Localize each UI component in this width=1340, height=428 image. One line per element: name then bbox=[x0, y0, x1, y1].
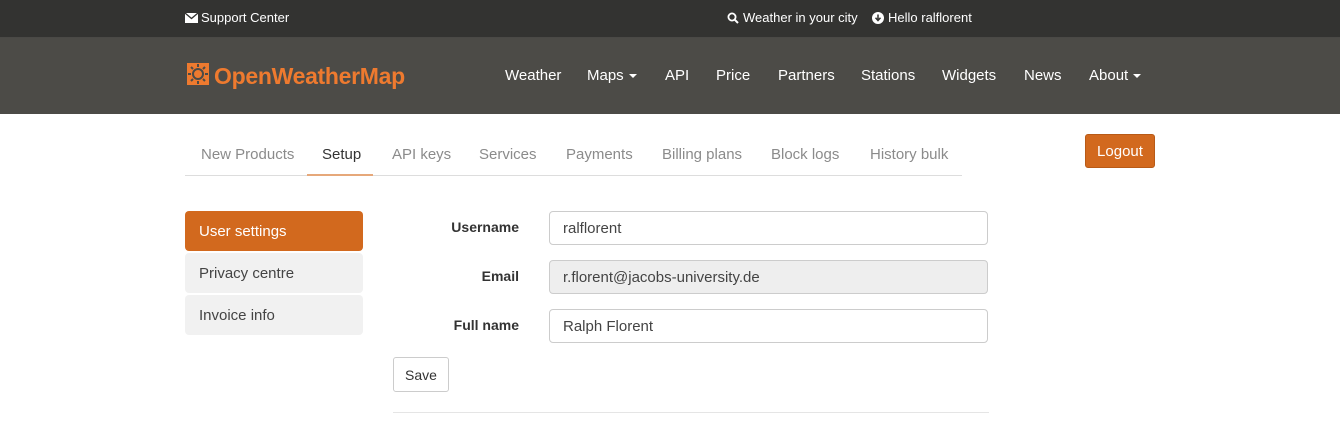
nav-menu: Weather Maps API Price Partners Stations… bbox=[0, 67, 1340, 87]
nav-price-label: Price bbox=[716, 67, 751, 84]
tab-billing-plans[interactable]: Billing plans bbox=[662, 134, 742, 176]
weather-in-your-city-label: Weather in your city bbox=[743, 10, 858, 25]
main-navbar: OpenWeatherMap Weather Maps API Price Pa… bbox=[0, 38, 1340, 114]
nav-news[interactable]: News bbox=[1024, 67, 1062, 84]
nav-stations-label: Stations bbox=[861, 67, 916, 84]
save-button[interactable]: Save bbox=[393, 357, 449, 392]
tab-services[interactable]: Services bbox=[479, 134, 537, 176]
nav-partners-label: Partners bbox=[778, 67, 835, 84]
support-center-link[interactable]: Support Center bbox=[184, 10, 289, 25]
active-tab-indicator bbox=[307, 174, 373, 176]
caret-down-icon bbox=[1133, 73, 1142, 78]
sidebar-item-privacy-centre[interactable]: Privacy centre bbox=[185, 253, 363, 293]
nav-weather[interactable]: Weather bbox=[505, 67, 561, 84]
tab-history-bulk[interactable]: History bulk bbox=[870, 134, 948, 176]
logout-button[interactable]: Logout bbox=[1085, 134, 1155, 168]
fullname-label: Full name bbox=[453, 317, 519, 333]
form-divider bbox=[393, 412, 989, 413]
nav-news-label: News bbox=[1024, 67, 1062, 84]
username-label: Username bbox=[451, 219, 519, 235]
nav-partners[interactable]: Partners bbox=[778, 67, 835, 84]
email-field: r.florent@jacobs-university.de bbox=[549, 260, 988, 294]
tab-payments[interactable]: Payments bbox=[566, 134, 633, 176]
weather-in-your-city-link[interactable]: Weather in your city bbox=[726, 10, 858, 25]
username-field[interactable]: ralflorent bbox=[549, 211, 988, 245]
account-tabs: New Products Setup API keys Services Pay… bbox=[185, 134, 962, 176]
nav-price[interactable]: Price bbox=[716, 67, 750, 84]
tab-setup[interactable]: Setup bbox=[322, 134, 361, 176]
nav-stations[interactable]: Stations bbox=[861, 67, 915, 84]
search-icon bbox=[726, 11, 740, 25]
sidebar-item-user-settings[interactable]: User settings bbox=[185, 211, 363, 251]
nav-api-label: API bbox=[665, 67, 690, 84]
tab-new-products[interactable]: New Products bbox=[201, 134, 294, 176]
nav-weather-label: Weather bbox=[505, 67, 562, 84]
fullname-field[interactable]: Ralph Florent bbox=[549, 309, 988, 343]
arrow-circle-down-icon bbox=[871, 11, 885, 25]
top-bar: Support Center Weather in your city Hell… bbox=[0, 0, 1340, 38]
nav-widgets[interactable]: Widgets bbox=[942, 67, 996, 84]
support-center-label: Support Center bbox=[201, 10, 290, 25]
nav-maps[interactable]: Maps bbox=[587, 67, 637, 84]
envelope-icon bbox=[184, 11, 198, 25]
tab-block-logs[interactable]: Block logs bbox=[771, 134, 839, 176]
nav-about[interactable]: About bbox=[1089, 67, 1142, 84]
nav-widgets-label: Widgets bbox=[942, 67, 997, 84]
hello-user-label: Hello ralflorent bbox=[888, 10, 972, 25]
email-label: Email bbox=[481, 268, 519, 284]
nav-api[interactable]: API bbox=[665, 67, 689, 84]
nav-maps-label: Maps bbox=[587, 67, 624, 84]
sidebar-item-invoice-info[interactable]: Invoice info bbox=[185, 295, 363, 335]
caret-down-icon bbox=[628, 73, 637, 78]
nav-about-label: About bbox=[1089, 67, 1129, 84]
user-menu-link[interactable]: Hello ralflorent bbox=[871, 10, 972, 25]
tab-api-keys[interactable]: API keys bbox=[392, 134, 451, 176]
